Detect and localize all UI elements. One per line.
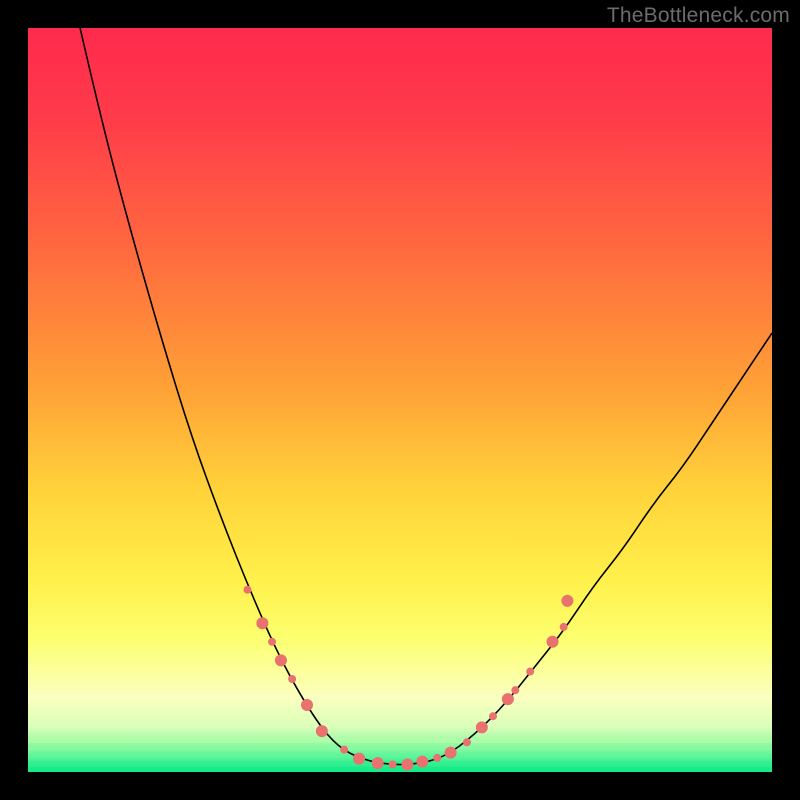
curve-marker bbox=[511, 686, 519, 694]
curve-marker bbox=[268, 638, 276, 646]
curve-marker bbox=[353, 753, 365, 765]
curve-marker bbox=[275, 654, 287, 666]
curve-marker bbox=[316, 725, 328, 737]
curve-marker bbox=[389, 761, 397, 769]
chart-frame: TheBottleneck.com bbox=[0, 0, 800, 800]
curve-marker bbox=[476, 721, 488, 733]
curve-marker bbox=[547, 636, 559, 648]
bottleneck-chart bbox=[28, 28, 772, 772]
curve-marker bbox=[372, 757, 384, 769]
curve-marker bbox=[416, 756, 428, 768]
curve-marker bbox=[445, 747, 457, 759]
curve-marker bbox=[301, 699, 313, 711]
curve-marker bbox=[288, 675, 296, 683]
curve-marker bbox=[560, 623, 568, 631]
curve-marker bbox=[243, 586, 251, 594]
curve-marker bbox=[256, 617, 268, 629]
gradient-background bbox=[28, 28, 772, 772]
watermark-text: TheBottleneck.com bbox=[607, 4, 790, 28]
curve-marker bbox=[526, 668, 534, 676]
curve-marker bbox=[340, 746, 348, 754]
curve-marker bbox=[401, 759, 413, 771]
curve-marker bbox=[561, 595, 573, 607]
curve-marker bbox=[463, 738, 471, 746]
curve-marker bbox=[489, 712, 497, 720]
curve-marker bbox=[502, 693, 514, 705]
curve-marker bbox=[433, 754, 441, 762]
